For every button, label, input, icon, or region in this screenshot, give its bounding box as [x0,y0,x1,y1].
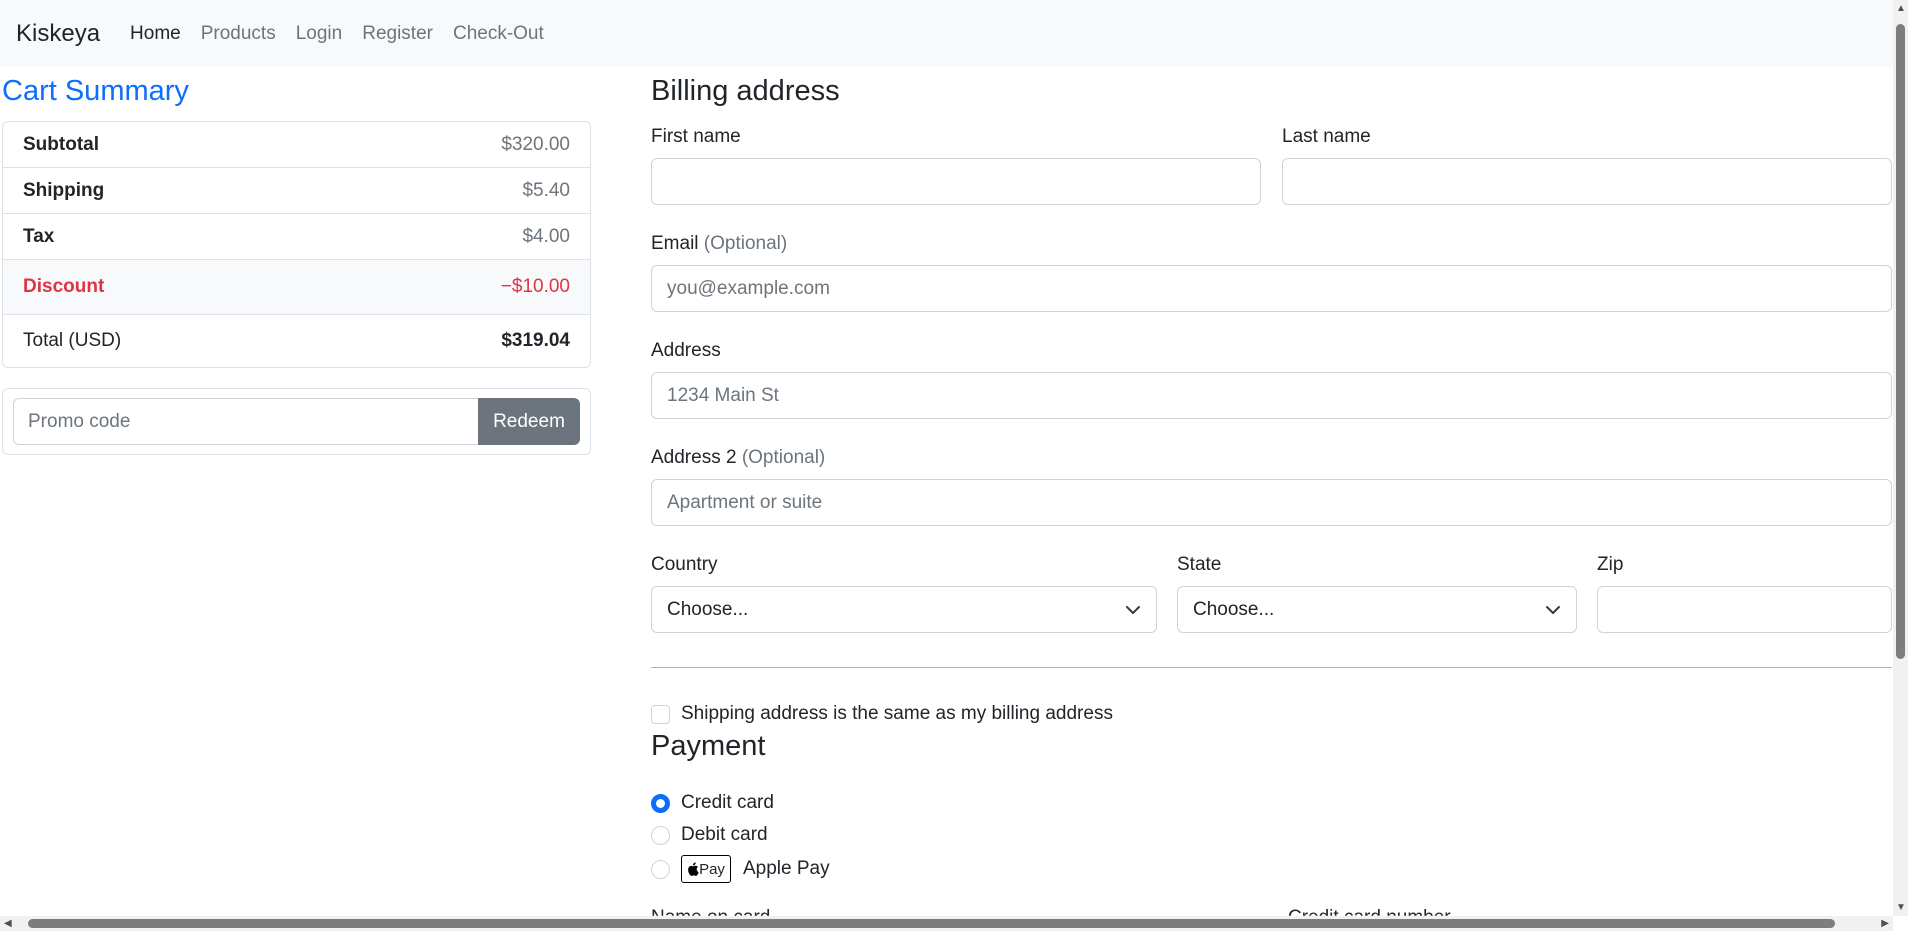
email-label-text: Email [651,233,699,254]
optional-text: (Optional) [741,447,826,468]
chevron-down-icon [1546,605,1560,614]
last-name-group: Last name [1282,126,1892,205]
navbar: Kiskeya Home Products Login Register Che… [0,0,1893,67]
first-name-group: First name [651,126,1261,205]
last-name-input[interactable] [1282,158,1892,205]
payment-option-label: Debit card [681,824,768,845]
state-selected-value: Choose... [1193,598,1275,620]
summary-label: Discount [23,276,105,297]
brand-logo[interactable]: Kiskeya [16,20,100,48]
zip-input[interactable] [1597,586,1892,633]
state-label: State [1177,554,1222,575]
zip-label: Zip [1597,554,1624,575]
redeem-button[interactable]: Redeem [478,398,580,445]
same-address-checkbox[interactable] [651,704,670,724]
scroll-up-icon[interactable]: ▲ [1896,3,1906,14]
last-name-label: Last name [1282,126,1371,147]
promo-code-input[interactable] [13,398,478,445]
summary-value: −$10.00 [500,276,570,297]
country-label: Country [651,554,718,575]
credit-card-radio[interactable] [651,793,670,813]
billing-title: Billing address [651,75,840,107]
optional-text: (Optional) [703,233,788,254]
country-selected-value: Choose... [667,598,749,620]
nav-check-out[interactable]: Check-Out [453,23,544,45]
same-address-label: Shipping address is the same as my billi… [681,703,1113,724]
nav-products[interactable]: Products [201,23,276,45]
apple-pay-badge-text: Pay [699,860,725,878]
summary-label: Shipping [23,179,105,201]
summary-value: $5.40 [522,179,570,201]
zip-group: Zip [1597,554,1892,633]
apple-pay-radio[interactable] [651,859,670,879]
address2-label: Address 2 (Optional) [651,447,1892,469]
summary-row-subtotal: Subtotal $320.00 [3,122,590,168]
payment-option-debit[interactable]: Debit card [651,824,768,846]
address2-label-text: Address 2 [651,447,737,468]
apple-icon [688,862,699,876]
same-address-checkbox-row[interactable]: Shipping address is the same as my billi… [651,703,1113,725]
address2-group: Address 2 (Optional) [651,447,1892,526]
address-input[interactable] [651,372,1892,419]
cart-summary-section: Cart Summary Subtotal $320.00 Shipping $… [0,67,592,455]
country-select[interactable]: Choose... [651,586,1157,633]
payment-title: Payment [651,730,766,762]
payment-option-label: Apple Pay [743,858,830,879]
summary-label: Total (USD) [23,330,122,351]
cart-title: Cart Summary [2,75,189,107]
chevron-down-icon [1126,605,1140,614]
vertical-scrollbar[interactable]: ▲ ▼ [1893,0,1908,916]
email-group: Email (Optional) [651,233,1892,312]
summary-value: $4.00 [522,225,570,247]
address2-input[interactable] [651,479,1892,526]
nav-register[interactable]: Register [362,23,433,45]
summary-label: Tax [23,225,55,247]
address-group: Address [651,340,1892,419]
summary-value: $320.00 [501,133,570,155]
payment-option-credit[interactable]: Credit card [651,792,774,814]
cart-summary-list: Subtotal $320.00 Shipping $5.40 Tax $4.0… [2,121,591,368]
country-group: Country Choose... [651,554,1157,633]
promo-form: Redeem [2,388,591,455]
scroll-right-icon[interactable]: ▶ [1881,918,1889,929]
summary-row-shipping: Shipping $5.40 [3,168,590,214]
payment-option-label: Credit card [681,792,774,813]
summary-row-tax: Tax $4.00 [3,214,590,260]
horizontal-scrollbar[interactable]: ◀ ▶ [0,916,1893,931]
summary-row-discount: Discount −$10.00 [3,260,590,315]
nav-home[interactable]: Home [130,23,181,45]
email-label: Email (Optional) [651,233,1892,255]
apple-pay-logo: Pay [681,855,731,883]
first-name-input[interactable] [651,158,1261,205]
debit-card-radio[interactable] [651,825,670,845]
summary-value: $319.04 [501,330,570,351]
payment-option-apple-pay[interactable]: Pay Apple Pay [651,855,830,883]
email-input[interactable] [651,265,1892,312]
state-select[interactable]: Choose... [1177,586,1577,633]
summary-label: Subtotal [23,133,99,155]
section-divider [651,667,1892,668]
horizontal-scroll-thumb[interactable] [28,919,1835,928]
first-name-label: First name [651,126,741,147]
billing-section: Billing address First name Last name Ema… [651,67,1892,916]
address-label: Address [651,340,721,361]
state-group: State Choose... [1177,554,1577,633]
vertical-scroll-thumb[interactable] [1896,24,1905,659]
scroll-down-icon[interactable]: ▼ [1896,902,1906,913]
nav-login[interactable]: Login [296,23,343,45]
summary-row-total: Total (USD) $319.04 [3,315,590,367]
scroll-left-icon[interactable]: ◀ [4,918,12,929]
